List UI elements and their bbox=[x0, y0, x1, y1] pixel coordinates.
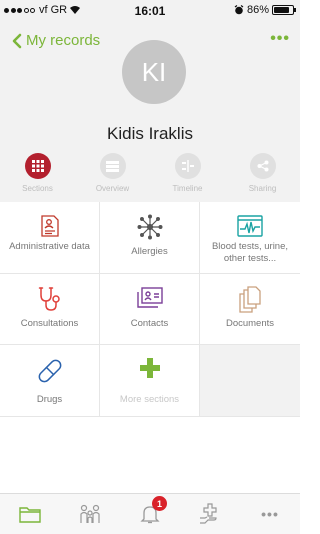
section-label: Consultations bbox=[20, 318, 79, 329]
section-label: Blood tests, urine, other tests... bbox=[211, 241, 289, 264]
timeline-icon bbox=[181, 160, 194, 172]
section-more[interactable]: More sections bbox=[100, 345, 200, 417]
section-consultations[interactable]: Consultations bbox=[0, 274, 100, 345]
battery-icon bbox=[272, 5, 296, 15]
battery-group: 86% bbox=[234, 4, 296, 16]
tab-overview[interactable]: Overview bbox=[75, 153, 150, 193]
lab-monitor-icon bbox=[237, 215, 263, 237]
medical-hand-icon bbox=[200, 503, 217, 524]
record-header: My records ••• KI Kidis Iraklis Sections… bbox=[0, 20, 300, 202]
tab-sections[interactable]: Sections bbox=[0, 153, 75, 193]
tab-records[interactable] bbox=[0, 494, 60, 534]
tab-notifications[interactable]: 1 bbox=[120, 494, 180, 534]
section-administrative-data[interactable]: Administrative data bbox=[0, 202, 100, 274]
sections-grid: Administrative data Allergies Blood test… bbox=[0, 202, 300, 417]
documents-icon bbox=[239, 286, 261, 313]
battery-percent: 86% bbox=[246, 4, 269, 16]
contacts-icon bbox=[136, 287, 163, 308]
section-documents[interactable]: Documents bbox=[200, 274, 300, 345]
avatar[interactable]: KI bbox=[122, 40, 186, 104]
more-icon: ••• bbox=[261, 506, 279, 522]
section-label: Documents bbox=[225, 318, 275, 329]
section-contacts[interactable]: Contacts bbox=[100, 274, 200, 345]
share-icon bbox=[257, 160, 268, 172]
tab-more[interactable]: ••• bbox=[240, 494, 300, 534]
user-name: Kidis Iraklis bbox=[107, 124, 193, 143]
section-drugs[interactable]: Drugs bbox=[0, 345, 100, 417]
battery-level bbox=[274, 7, 290, 13]
tab-label: Sections bbox=[22, 184, 53, 193]
view-tabs: Sections Overview Timeline Sharing bbox=[0, 153, 300, 193]
status-bar: vf GR 16:01 86% bbox=[0, 0, 300, 20]
section-label: Contacts bbox=[130, 318, 169, 329]
chevron-left-icon bbox=[12, 33, 22, 48]
section-label: Allergies bbox=[131, 246, 168, 257]
section-label: Administrative data bbox=[9, 241, 90, 252]
more-options-button[interactable]: ••• bbox=[270, 30, 290, 48]
stethoscope-icon bbox=[38, 287, 60, 311]
back-label: My records bbox=[26, 32, 101, 49]
section-allergies[interactable]: Allergies bbox=[100, 202, 200, 274]
section-label: More sections bbox=[119, 394, 180, 405]
tab-label: Overview bbox=[95, 184, 130, 193]
section-blood-tests[interactable]: Blood tests, urine, other tests... bbox=[200, 202, 300, 274]
grid-icon bbox=[31, 160, 44, 172]
alarm-icon bbox=[234, 5, 244, 15]
list-icon bbox=[106, 160, 119, 172]
tab-timeline[interactable]: Timeline bbox=[150, 153, 225, 193]
allergen-icon bbox=[137, 214, 163, 240]
tab-family[interactable] bbox=[60, 494, 120, 534]
folder-icon bbox=[19, 507, 41, 523]
family-icon bbox=[80, 504, 100, 523]
section-label: Drugs bbox=[36, 394, 63, 405]
id-document-icon bbox=[40, 215, 59, 237]
back-button[interactable]: My records bbox=[12, 32, 100, 49]
tab-care[interactable] bbox=[180, 494, 240, 534]
tab-sharing[interactable]: Sharing bbox=[225, 153, 300, 193]
tab-label: Timeline bbox=[172, 184, 203, 193]
notification-badge: 1 bbox=[152, 496, 167, 511]
plus-icon bbox=[139, 358, 160, 378]
tab-label: Sharing bbox=[248, 184, 277, 193]
bottom-tab-bar: 1 ••• bbox=[0, 493, 300, 534]
capsule-icon bbox=[38, 359, 61, 383]
empty-cell bbox=[200, 345, 300, 417]
